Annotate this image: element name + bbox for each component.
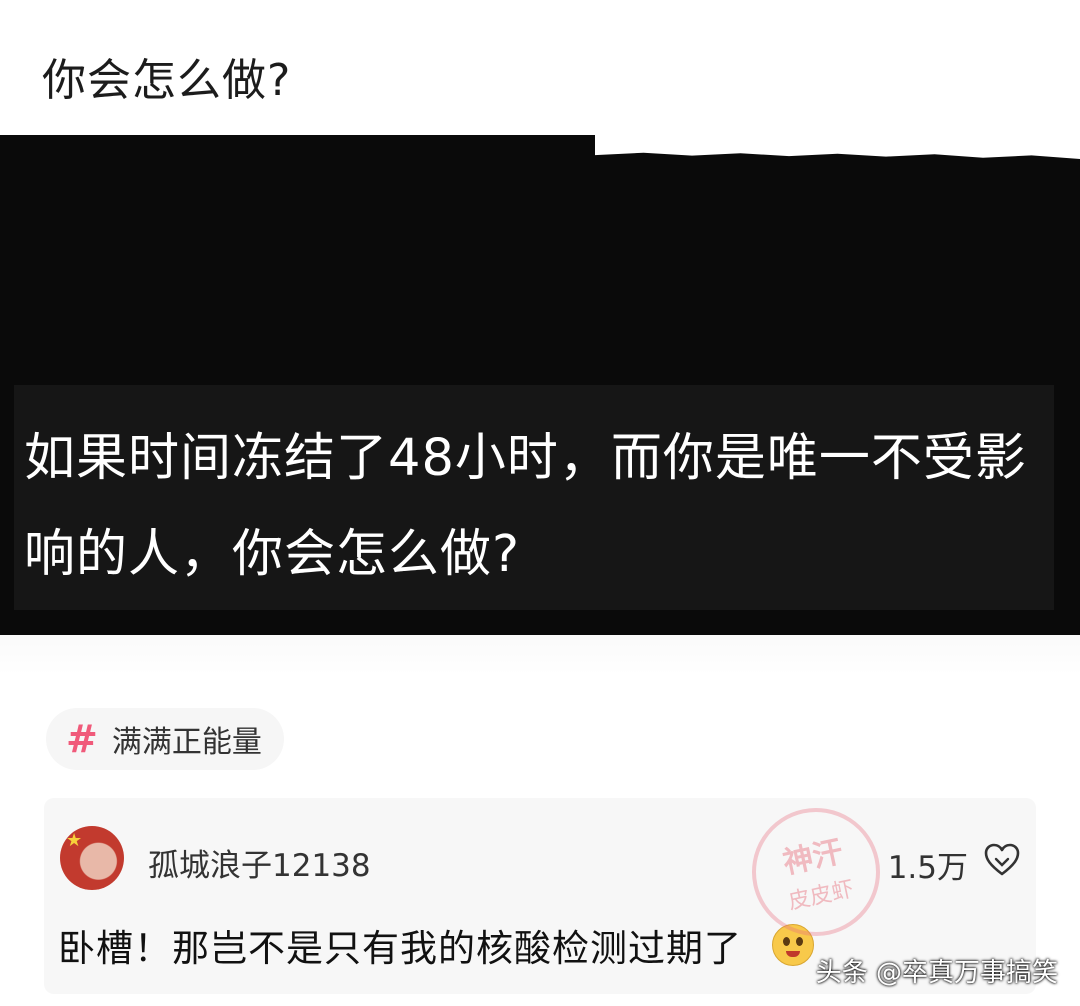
comment-text: 卧槽！那岂不是只有我的核酸检测过期了	[58, 927, 742, 970]
topic-tag-label: 满满正能量	[111, 725, 262, 760]
like-count: 1.5万	[887, 850, 968, 886]
question-image-card[interactable]: 如果时间冻结了48小时，而你是唯一不受影响的人，你会怎么做?	[0, 135, 1080, 635]
comment-username[interactable]: 孤城浪子12138	[148, 840, 371, 885]
section-divider	[0, 635, 1080, 675]
star-icon: ★	[66, 830, 83, 851]
post-page: 你会怎么做? 如果时间冻结了48小时，而你是唯一不受影响的人，你会怎么做? # …	[0, 0, 1080, 1006]
post-title: 你会怎么做?	[42, 55, 292, 106]
hashtag-icon: #	[66, 717, 98, 761]
torn-edge-decoration	[595, 135, 1080, 159]
topic-tag[interactable]: # 满满正能量	[46, 708, 284, 770]
source-watermark: 头条 @卒真万事搞笑	[815, 958, 1058, 988]
avatar[interactable]: ★	[60, 826, 124, 890]
question-text: 如果时间冻结了48小时，而你是唯一不受影响的人，你会怎么做?	[24, 429, 1027, 584]
heart-outline-icon[interactable]	[982, 840, 1022, 880]
